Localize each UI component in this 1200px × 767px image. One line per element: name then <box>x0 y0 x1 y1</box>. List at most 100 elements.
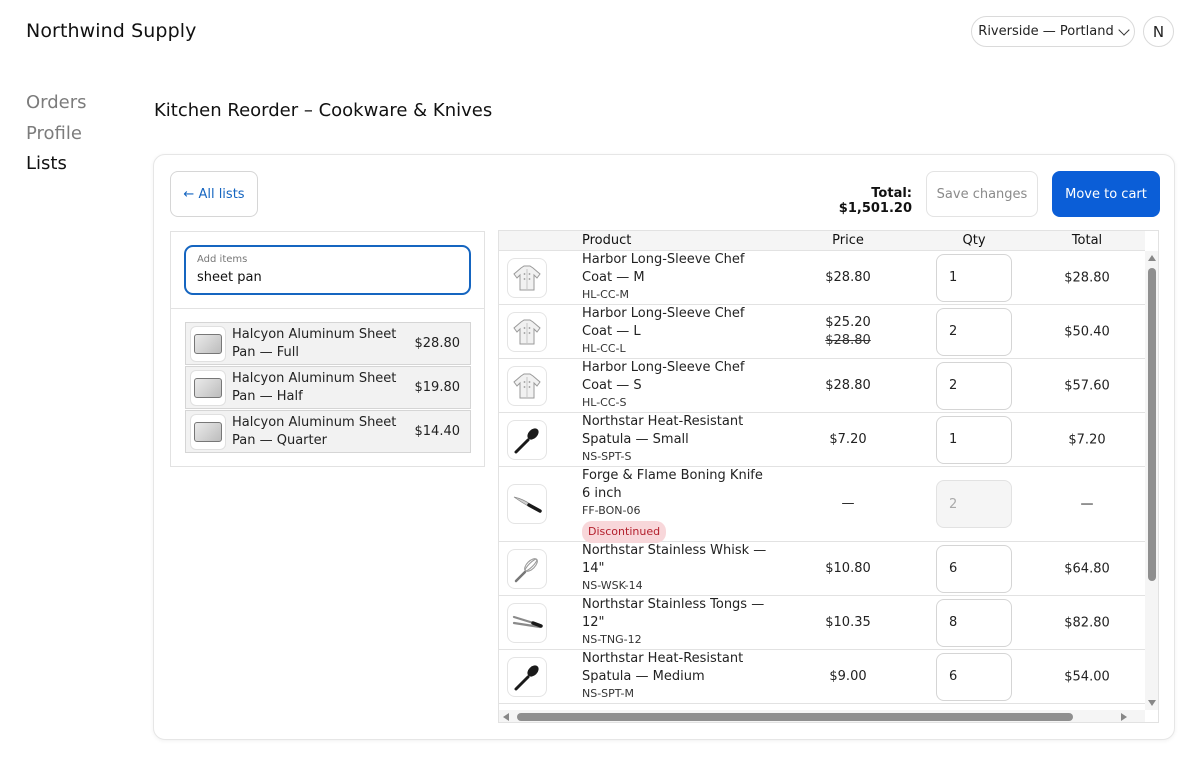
line-total: $57.60 <box>1064 378 1110 393</box>
product-cell: Harbor Long-Sleeve Chef Coat — S HL-CC-S <box>582 359 772 410</box>
product-name[interactable]: Harbor Long-Sleeve Chef Coat — M <box>582 252 745 285</box>
add-items-input[interactable] <box>197 270 458 285</box>
price-cell: $28.80 <box>799 269 897 287</box>
quantity-input[interactable] <box>936 598 1012 647</box>
product-name[interactable]: Northstar Heat-Resistant Spatula — Mediu… <box>582 651 743 684</box>
column-header-qty: Qty <box>962 233 986 248</box>
suggestion-item[interactable]: Halcyon Aluminum Sheet Pan — Quarter $14… <box>185 410 471 453</box>
table-row: Harbor Long-Sleeve Chef Coat — L HL-CC-L $… <box>499 305 1145 359</box>
product-name[interactable]: Northstar Stainless Tongs — 12" <box>582 597 764 630</box>
horizontal-scroll-thumb[interactable] <box>517 713 1073 721</box>
product-sku: NS-SPT-S <box>582 450 632 463</box>
price-cell: $9.00 <box>799 668 897 686</box>
unit-price: $28.80 <box>825 377 871 393</box>
avatar[interactable]: N <box>1143 16 1174 47</box>
column-header-product: Product <box>582 233 632 248</box>
product-cell: Harbor Long-Sleeve Chef Coat — L HL-CC-L <box>582 305 772 356</box>
page-title: Kitchen Reorder – Cookware & Knives <box>154 100 493 121</box>
scroll-right-icon[interactable] <box>1121 713 1127 721</box>
quantity-input[interactable] <box>936 652 1012 701</box>
chevron-down-icon <box>1118 23 1130 36</box>
chef-coat-icon <box>507 365 547 406</box>
quantity-input[interactable] <box>936 544 1012 593</box>
spatula-icon <box>507 419 547 460</box>
product-cell: Forge & Flame Boning Knife 6 inch FF-BON-… <box>582 467 772 543</box>
vertical-scroll-thumb[interactable] <box>1148 268 1156 581</box>
product-cell: Northstar Heat-Resistant Spatula — Mediu… <box>582 650 772 701</box>
brand-logo: Northwind Supply <box>26 20 197 42</box>
suggestion-item[interactable]: Halcyon Aluminum Sheet Pan — Full $28.80 <box>185 322 471 365</box>
price-cell: $28.80 <box>799 377 897 395</box>
product-name[interactable]: Harbor Long-Sleeve Chef Coat — S <box>582 360 745 393</box>
quantity-input[interactable] <box>936 253 1012 302</box>
product-sku: HL-CC-S <box>582 396 627 409</box>
table-row: Forge & Flame Boning Knife 6 inch FF-BON-… <box>499 467 1145 543</box>
sheet-pan-icon <box>190 369 226 406</box>
table-row: Harbor Long-Sleeve Chef Coat — S HL-CC-S $… <box>499 359 1145 413</box>
scroll-up-icon[interactable] <box>1148 255 1156 261</box>
unit-price: $10.35 <box>825 614 871 630</box>
product-sku: HL-CC-M <box>582 288 629 301</box>
price-cell: — <box>799 495 897 513</box>
all-lists-button[interactable]: ← All lists <box>170 171 258 217</box>
table-row: Northstar Heat-Resistant Spatula — Small… <box>499 413 1145 467</box>
move-to-cart-button[interactable]: Move to cart <box>1052 171 1160 217</box>
price-cell: $25.20 $28.80 <box>799 314 897 350</box>
items-table: Product Price Qty Total Harbor Long-Slee… <box>498 230 1159 723</box>
chef-coat-icon <box>507 257 547 298</box>
horizontal-scrollbar[interactable] <box>499 710 1145 722</box>
table-row: Northstar Stainless Tongs — 12" NS-TNG-12… <box>499 596 1145 650</box>
column-header-price: Price <box>832 233 864 248</box>
price-cell: $7.20 <box>799 431 897 449</box>
product-cell: Harbor Long-Sleeve Chef Coat — M HL-CC-M <box>582 251 772 302</box>
suggestion-item[interactable]: Halcyon Aluminum Sheet Pan — Half $19.80 <box>185 366 471 409</box>
line-total: $28.80 <box>1064 270 1110 285</box>
suggestion-price: $19.80 <box>414 380 461 395</box>
nav-item-profile[interactable]: Profile <box>26 119 87 150</box>
add-items-label: Add items <box>197 254 248 265</box>
line-total: — <box>1080 496 1094 512</box>
line-total: $54.00 <box>1064 669 1110 684</box>
product-cell: Northstar Stainless Whisk — 14" NS-WSK-14 <box>582 542 772 593</box>
unit-price: $7.20 <box>829 431 867 447</box>
scroll-down-icon[interactable] <box>1148 700 1156 706</box>
add-items-field[interactable]: Add items <box>184 245 471 295</box>
nav-item-lists[interactable]: Lists <box>26 149 87 180</box>
product-name[interactable]: Northstar Heat-Resistant Spatula — Small <box>582 414 743 447</box>
suggestion-list: Halcyon Aluminum Sheet Pan — Full $28.80… <box>185 322 471 454</box>
quantity-input[interactable] <box>936 361 1012 410</box>
whisk-icon <box>507 548 547 589</box>
suggestion-price: $28.80 <box>414 336 461 351</box>
product-sku: NS-SPT-M <box>582 687 634 700</box>
product-sku: HL-CC-L <box>582 342 626 355</box>
quantity-input[interactable] <box>936 415 1012 464</box>
unit-price: $9.00 <box>829 668 867 684</box>
unit-price: — <box>841 496 855 511</box>
scroll-left-icon[interactable] <box>503 713 509 721</box>
location-selector[interactable]: Riverside — Portland <box>971 16 1135 47</box>
suggestion-name: Halcyon Aluminum Sheet Pan — Quarter <box>232 414 397 448</box>
list-total: Total: $1,501.20 <box>838 186 912 216</box>
quantity-input[interactable] <box>936 307 1012 356</box>
knife-icon <box>507 484 547 524</box>
discontinued-badge: Discontinued <box>582 521 667 543</box>
vertical-scrollbar[interactable] <box>1145 251 1158 710</box>
sheet-pan-icon <box>190 325 226 362</box>
add-items-panel: Add items Halcyon Aluminum Sheet Pan — F… <box>170 231 485 467</box>
original-price: $28.80 <box>825 332 871 348</box>
product-name[interactable]: Forge & Flame Boning Knife 6 inch <box>582 468 763 501</box>
table-row: Harbor Long-Sleeve Chef Coat — M HL-CC-M $… <box>499 251 1145 305</box>
price-cell: $10.80 <box>799 560 897 578</box>
unit-price: $28.80 <box>825 269 871 285</box>
save-changes-button[interactable]: Save changes <box>926 171 1038 217</box>
unit-price: $10.80 <box>825 560 871 576</box>
nav-item-orders[interactable]: Orders <box>26 88 87 119</box>
table-header: Product Price Qty Total <box>499 231 1145 251</box>
product-name[interactable]: Northstar Stainless Whisk — 14" <box>582 543 766 576</box>
product-name[interactable]: Harbor Long-Sleeve Chef Coat — L <box>582 306 745 339</box>
product-cell: Northstar Stainless Tongs — 12" NS-TNG-12 <box>582 596 772 647</box>
side-nav: Orders Profile Lists <box>26 88 87 180</box>
line-total: $64.80 <box>1064 561 1110 576</box>
table-row: Northstar Stainless Whisk — 14" NS-WSK-14… <box>499 542 1145 596</box>
table-row: Northstar Heat-Resistant Spatula — Mediu… <box>499 650 1145 704</box>
